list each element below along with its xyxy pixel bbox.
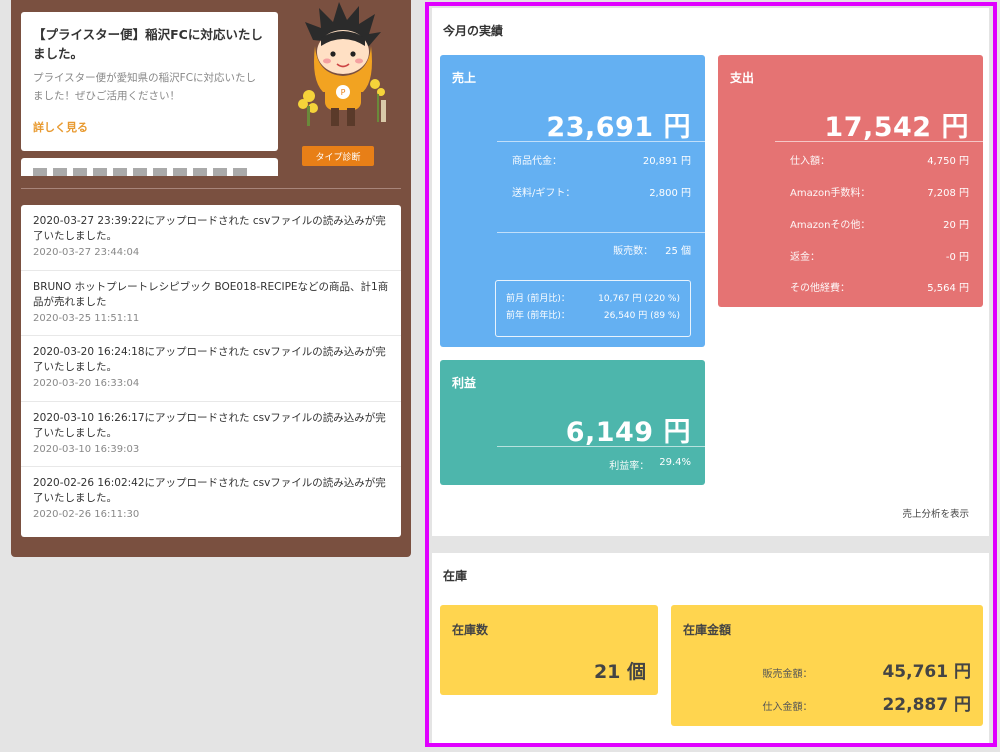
activity-time: 2020-03-25 11:51:11	[33, 312, 140, 324]
activity-item[interactable]: 2020-03-27 23:39:22にアップロードされた csvファイルの読み…	[21, 205, 401, 271]
activity-item[interactable]: 2020-02-26 16:02:42にアップロードされた csvファイルの読み…	[21, 467, 401, 533]
activity-time: 2020-03-20 16:33:04	[33, 378, 140, 389]
news-card-next[interactable]	[21, 158, 278, 176]
activity-text: 2020-03-27 23:39:22にアップロードされた csvファイルの読み…	[33, 215, 386, 242]
svg-text:P: P	[341, 88, 346, 97]
news-title: 【プライスター便】稲沢FCに対応いたしました。	[33, 27, 263, 61]
activity-time: 2020-03-10 16:39:03	[33, 443, 140, 455]
activity-item[interactable]: 2020-03-20 16:24:18にアップロードされた csvファイルの読み…	[21, 336, 401, 402]
type-diagnosis-button[interactable]: タイプ診断	[302, 146, 374, 166]
divider	[21, 188, 401, 189]
activity-time: 2020-02-26 16:11:30	[33, 509, 140, 520]
activity-text: 2020-03-10 16:26:17にアップロードされた csvファイルの読み…	[33, 411, 386, 439]
mascot-illustration: P	[298, 2, 386, 126]
highlight-frame	[425, 2, 997, 747]
activity-text: BRUNO ホットプレートレシピブック BOE018-RECIPEなどの商品、計…	[33, 280, 389, 308]
activity-text: 2020-02-26 16:02:42にアップロードされた csvファイルの読み…	[33, 477, 386, 504]
activity-time: 2020-03-27 23:44:04	[33, 247, 140, 258]
activity-item[interactable]: 2020-03-10 16:26:17にアップロードされた csvファイルの読み…	[21, 402, 401, 467]
left-panel: 【プライスター便】稲沢FCに対応いたしました。 プライスター便が愛知県の稲沢FC…	[11, 0, 411, 557]
activity-text: 2020-03-20 16:24:18にアップロードされた csvファイルの読み…	[33, 346, 386, 373]
activity-item[interactable]: BRUNO ホットプレートレシピブック BOE018-RECIPEなどの商品、計…	[21, 271, 401, 336]
activity-list: 2020-03-27 23:39:22にアップロードされた csvファイルの読み…	[21, 205, 401, 537]
news-card: 【プライスター便】稲沢FCに対応いたしました。 プライスター便が愛知県の稲沢FC…	[21, 12, 278, 151]
news-more-link[interactable]: 詳しく見る	[33, 119, 266, 135]
news-body: プライスター便が愛知県の稲沢FCに対応いたしました！ぜひご活用ください！	[33, 72, 257, 102]
